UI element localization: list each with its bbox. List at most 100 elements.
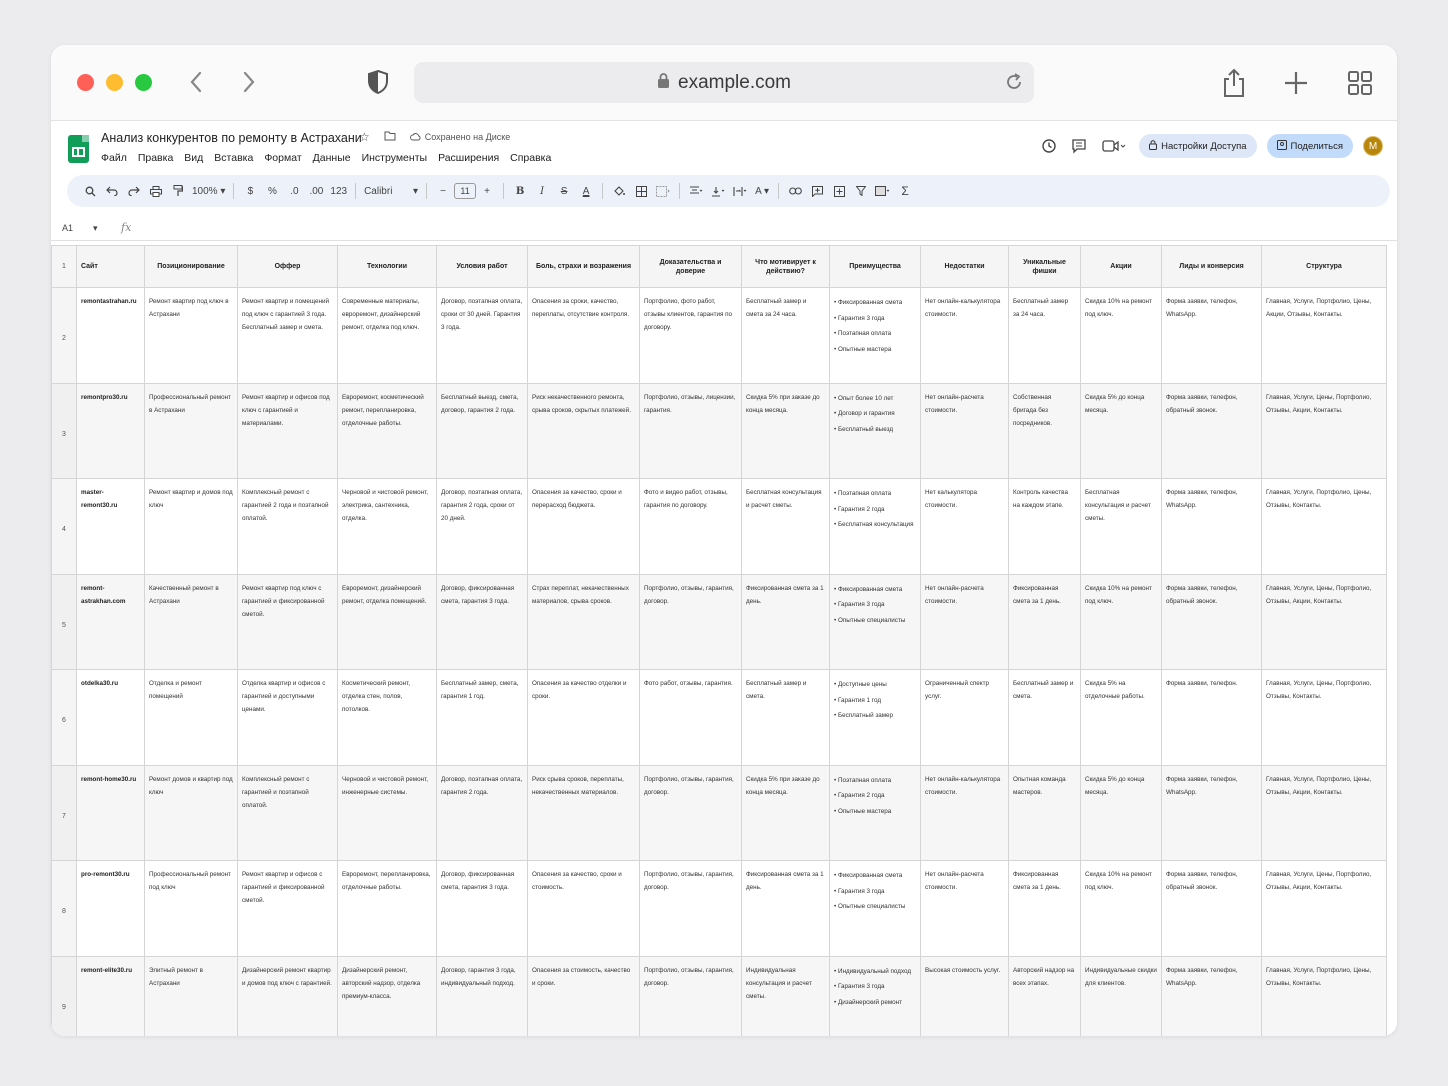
column-header[interactable]: Сайт (76, 245, 145, 288)
table-cell[interactable]: Главная, Услуги, Портфолио, Цены, Отзывы… (1261, 478, 1387, 575)
insert-comment-icon[interactable] (806, 180, 828, 202)
site-cell[interactable]: remontastrahan.ru (76, 287, 145, 384)
table-cell[interactable]: Ремонт домов и квартир под ключ (144, 764, 238, 861)
table-cell[interactable]: Опасения за качество, сроки и стоимость. (527, 860, 640, 957)
name-box[interactable]: A1 ▾ (62, 223, 98, 234)
table-cell[interactable]: Контроль качества на каждом этапе. (1008, 478, 1081, 575)
column-header[interactable]: Позиционирование (144, 245, 238, 288)
table-cell[interactable]: Форма заявки, телефон, WhatsApp. (1161, 478, 1262, 575)
table-cell[interactable]: Договор, фиксированная смета, гарантия 3… (436, 860, 528, 957)
table-cell[interactable]: Современные материалы, евроремонт, дизай… (337, 287, 437, 384)
column-header[interactable]: Что мотивирует к действию? (741, 245, 830, 288)
redo-icon[interactable] (123, 180, 145, 202)
table-cell[interactable]: Ремонт квартир под ключ с гарантией и фи… (237, 573, 338, 670)
italic-icon[interactable]: I (531, 180, 553, 202)
table-cell[interactable]: Комплексный ремонт с гарантией 2 года и … (237, 478, 338, 575)
table-cell[interactable]: Форма заявки, телефон, WhatsApp. (1161, 764, 1262, 861)
save-status[interactable]: Сохранено на Диске (409, 132, 510, 142)
table-cell[interactable]: Договор, поэтапная оплата, сроки от 30 д… (436, 287, 528, 384)
table-cell[interactable]: Форма заявки, телефон, WhatsApp. (1161, 287, 1262, 384)
merge-cells-icon[interactable] (652, 180, 674, 202)
table-cell[interactable]: Опасения за стоимость, качество и сроки. (527, 955, 640, 1036)
menu-edit[interactable]: Правка (138, 152, 173, 164)
font-size-input[interactable]: 11 (454, 183, 477, 199)
table-cell[interactable]: Опасения за сроки, качество, переплаты, … (527, 287, 640, 384)
table-cell[interactable]: Ремонт квартир и домов под ключ (144, 478, 238, 575)
table-cell[interactable]: Скидка 10% на ремонт под ключ. (1080, 573, 1162, 670)
menu-tools[interactable]: Инструменты (362, 152, 427, 164)
bold-icon[interactable]: B (509, 180, 531, 202)
table-cell[interactable]: Главная, Услуги, Портфолио, Цены, Отзывы… (1261, 955, 1387, 1036)
column-header[interactable]: Оффер (237, 245, 338, 288)
zoom-select[interactable]: 100% ▾ (189, 180, 228, 202)
site-cell[interactable]: remont-astrakhan.com (76, 573, 145, 670)
table-cell[interactable]: Портфолио, отзывы, гарантия, договор. (639, 764, 742, 861)
row-header[interactable]: 8 (51, 860, 77, 957)
table-cell[interactable]: Страх переплат, некачественных материало… (527, 573, 640, 670)
table-cell[interactable]: Портфолио, отзывы, гарантия, договор. (639, 573, 742, 670)
row-header[interactable]: 7 (51, 764, 77, 861)
table-cell[interactable]: Индивидуальные скидки для клиентов. (1080, 955, 1162, 1036)
table-cell[interactable]: Договор, поэтапная оплата, гарантия 2 го… (436, 764, 528, 861)
table-cell[interactable]: Скидка 10% на ремонт под ключ. (1080, 860, 1162, 957)
table-cell[interactable]: Косметический ремонт, отделка стен, поло… (337, 669, 437, 766)
table-cell[interactable]: Евроремонт, дизайнерский ремонт, отделка… (337, 573, 437, 670)
table-cell[interactable]: • Поэтапная оплата • Гарантия 2 года • Бес… (829, 478, 921, 575)
table-cell[interactable]: Скидка 5% на отделочные работы. (1080, 669, 1162, 766)
column-header[interactable]: Уникальные фишки (1008, 245, 1081, 288)
table-cell[interactable]: • Индивидуальный подход • Гарантия 3 года… (829, 955, 921, 1036)
row-header[interactable]: 1 (51, 245, 77, 288)
row-header[interactable]: 3 (51, 382, 77, 479)
row-header[interactable]: 5 (51, 573, 77, 670)
shield-icon[interactable] (364, 68, 392, 96)
insert-link-icon[interactable] (784, 180, 806, 202)
site-cell[interactable]: master-remont30.ru (76, 478, 145, 575)
table-cell[interactable]: Фиксированная смета за 1 день. (741, 860, 830, 957)
table-cell[interactable]: Ремонт квартир и помещений под ключ с га… (237, 287, 338, 384)
filter-views-icon[interactable] (872, 180, 894, 202)
table-cell[interactable]: Комплексный ремонт с гарантией и поэтапн… (237, 764, 338, 861)
maximize-window-button[interactable] (135, 74, 152, 91)
table-cell[interactable]: Профессиональный ремонт в Астрахани (144, 382, 238, 479)
table-cell[interactable]: Главная, Услуги, Цены, Портфолио, Отзывы… (1261, 669, 1387, 766)
table-cell[interactable]: Ремонт квартир и офисов с гарантией и фи… (237, 860, 338, 957)
table-cell[interactable]: Бесплатная консультация и расчет сметы. (741, 478, 830, 575)
move-folder-icon[interactable] (384, 130, 396, 144)
minimize-window-button[interactable] (106, 74, 123, 91)
menu-help[interactable]: Справка (510, 152, 551, 164)
share-icon[interactable] (1216, 65, 1252, 101)
decrease-font-size-button[interactable]: − (432, 180, 454, 202)
chevron-right-icon[interactable] (234, 67, 264, 97)
percent-format-button[interactable]: % (261, 180, 283, 202)
table-cell[interactable]: Бесплатный замер, смета, гарантия 1 год. (436, 669, 528, 766)
row-header[interactable]: 2 (51, 287, 77, 384)
table-cell[interactable]: Ремонт квартир и офисов под ключ с гаран… (237, 382, 338, 479)
align-vertical-icon[interactable] (707, 180, 729, 202)
site-cell[interactable]: remont-home30.ru (76, 764, 145, 861)
table-cell[interactable]: Опытная команда мастеров. (1008, 764, 1081, 861)
table-cell[interactable]: Фото и видео работ, отзывы, гарантия по … (639, 478, 742, 575)
table-cell[interactable]: Ограниченный спектр услуг. (920, 669, 1009, 766)
table-cell[interactable]: Ремонт квартир под ключ в Астрахани (144, 287, 238, 384)
currency-format-button[interactable]: $ (239, 180, 261, 202)
table-cell[interactable]: Авторский надзор на всех этапах. (1008, 955, 1081, 1036)
table-cell[interactable]: Форма заявки, телефон, WhatsApp. (1161, 955, 1262, 1036)
sheets-logo-icon[interactable] (68, 135, 89, 163)
close-window-button[interactable] (77, 74, 94, 91)
table-cell[interactable]: Бесплатный выезд, смета, договор, гарант… (436, 382, 528, 479)
table-cell[interactable]: Главная, Услуги, Портфолио, Цены, Акции,… (1261, 287, 1387, 384)
table-cell[interactable]: Фиксированная смета за 1 день. (1008, 860, 1081, 957)
table-cell[interactable]: Портфолио, отзывы, гарантия, договор. (639, 860, 742, 957)
table-cell[interactable]: Элитный ремонт в Астрахани (144, 955, 238, 1036)
number-format-button[interactable]: 123 (327, 180, 350, 202)
text-color-icon[interactable]: A (575, 180, 597, 202)
table-cell[interactable]: Черновой и чистовой ремонт, электрика, с… (337, 478, 437, 575)
menu-format[interactable]: Формат (264, 152, 301, 164)
document-title[interactable]: Анализ конкурентов по ремонту в Астрахан… (101, 131, 362, 145)
table-cell[interactable]: Договор, поэтапная оплата, гарантия 2 го… (436, 478, 528, 575)
access-settings-button[interactable]: Настройки Доступа (1139, 134, 1257, 158)
table-cell[interactable]: Форма заявки, телефон, обратный звонок. (1161, 573, 1262, 670)
table-cell[interactable]: Главная, Услуги, Цены, Портфолио, Отзывы… (1261, 860, 1387, 957)
column-header[interactable]: Условия работ (436, 245, 528, 288)
table-cell[interactable]: Фиксированная смета за 1 день. (1008, 573, 1081, 670)
